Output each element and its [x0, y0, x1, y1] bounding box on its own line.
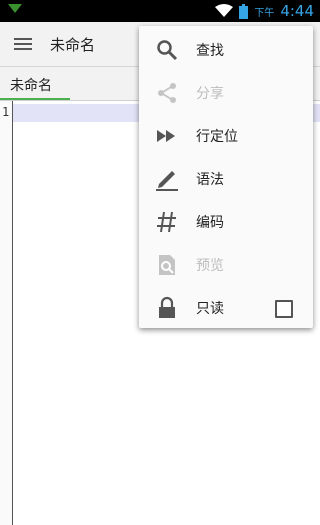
menu-item-label: 行定位 [196, 129, 238, 145]
menu-item-encoding[interactable]: 编码 [139, 200, 313, 243]
hash-icon [157, 211, 176, 233]
status-bar: 下午 4:44 [0, 0, 320, 22]
menu-item-syntax[interactable]: 语法 [139, 157, 313, 200]
menu-item-share[interactable]: 分享 [139, 71, 313, 114]
lock-icon [159, 296, 175, 318]
share-icon [158, 83, 176, 103]
menu-item-label: 预览 [196, 258, 224, 274]
menu-item-label: 语法 [196, 172, 224, 188]
line-number: 1 [2, 105, 10, 119]
menu-item-label: 只读 [196, 301, 224, 317]
wifi-icon [215, 4, 234, 17]
menu-item-label: 分享 [196, 86, 224, 102]
clock-ampm: 下午 [254, 7, 275, 19]
menu-item-goto-line[interactable]: 行定位 [139, 114, 313, 157]
line-number-gutter: 1 [0, 101, 13, 525]
hamburger-menu-icon[interactable] [14, 35, 34, 53]
menu-item-label: 编码 [196, 215, 224, 231]
tab-untitled[interactable]: 未命名 [0, 67, 70, 101]
preview-icon [159, 255, 175, 275]
menu-item-read-only[interactable]: 只读 [139, 286, 313, 329]
tab-label: 未命名 [10, 78, 52, 94]
fast-forward-icon [157, 130, 175, 142]
clock-time: 4:44 [280, 2, 314, 20]
document-title: 未命名 [50, 36, 96, 54]
notification-icon [8, 4, 22, 13]
menu-item-preview[interactable]: 预览 [139, 243, 313, 286]
overflow-menu: 查找 分享 行定位 语法 编码 预览 只读 [139, 26, 313, 328]
read-only-checkbox[interactable] [275, 300, 293, 318]
menu-item-find[interactable]: 查找 [139, 28, 313, 71]
battery-icon [239, 3, 249, 19]
pen-icon [156, 171, 178, 191]
search-icon [157, 40, 178, 61]
menu-item-label: 查找 [196, 43, 224, 59]
